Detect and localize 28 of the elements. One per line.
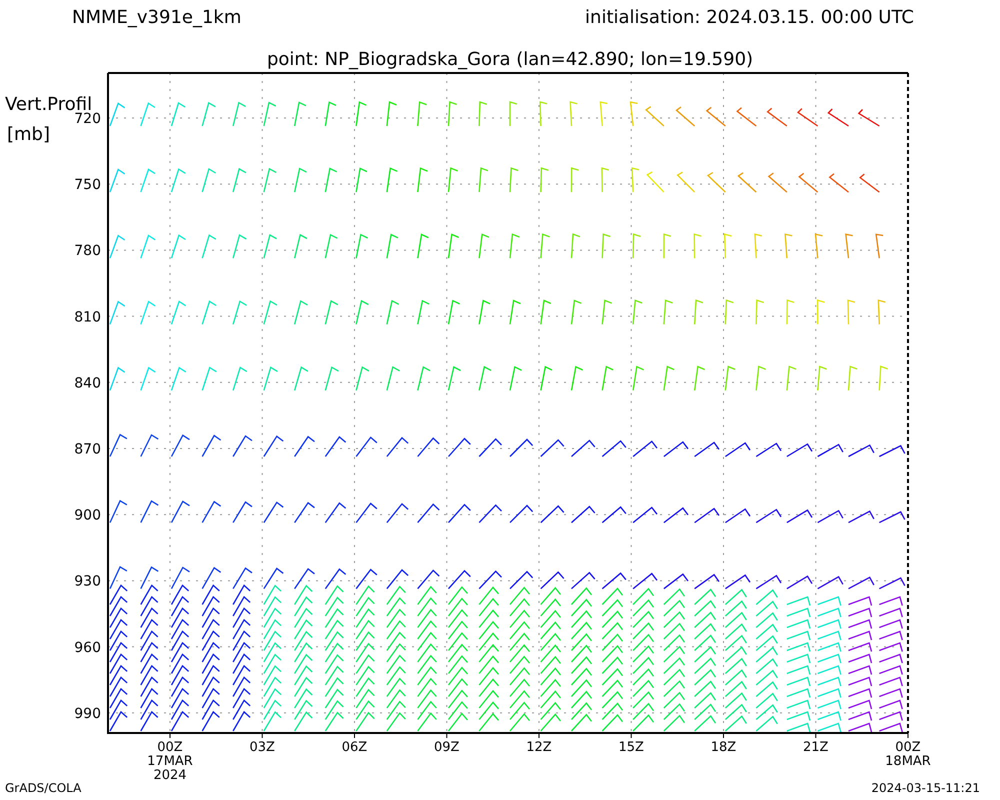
- x-tick-label: 09Z: [434, 740, 460, 755]
- x-tick-label: 03Z: [250, 740, 275, 755]
- x-tick-label: 00Z: [895, 740, 921, 755]
- initialisation-time: initialisation: 2024.03.15. 00:00 UTC: [585, 6, 914, 30]
- x-tick-label: 15Z: [618, 740, 644, 755]
- point-title: point: NP_Biogradska_Gora (lan=42.890; lon=19.590): [266, 50, 754, 70]
- model-title: NMME_v391e_1km: [72, 6, 242, 30]
- x-tick-label: 00Z: [157, 740, 183, 755]
- y-tick-label: 900: [74, 508, 101, 524]
- x-tick-date: 17MAR: [147, 754, 193, 769]
- y-axis-unit: [mb]: [7, 124, 50, 145]
- y-tick-label: 870: [74, 442, 101, 458]
- y-tick-label: 960: [74, 640, 101, 656]
- x-tick-label: 06Z: [342, 740, 368, 755]
- y-tick-label: 930: [74, 574, 101, 590]
- y-tick-label: 780: [74, 243, 101, 260]
- x-tick-date: 18MAR: [885, 754, 931, 769]
- footer-timestamp: 2024-03-15-11:21: [871, 781, 980, 795]
- y-tick-label: 750: [74, 177, 101, 194]
- footer-credit: GrADS/COLA: [5, 781, 82, 795]
- x-tick-label: 12Z: [526, 740, 552, 755]
- y-tick-label: 990: [74, 706, 101, 722]
- x-tick-label: 21Z: [803, 740, 828, 755]
- y-tick-label: 810: [74, 309, 101, 326]
- y-tick-label: 720: [74, 111, 101, 127]
- y-tick-label: 840: [74, 375, 101, 392]
- x-tick-date: 2024: [153, 768, 187, 780]
- x-tick-label: 18Z: [710, 740, 736, 755]
